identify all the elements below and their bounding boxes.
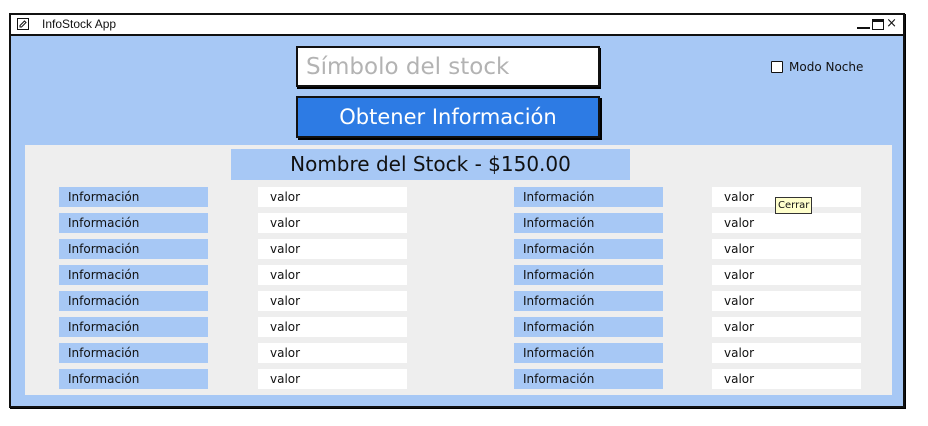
info-value: valor [712,291,861,311]
close-icon[interactable]: × [886,16,897,32]
stock-info-panel: Nombre del Stock - $150.00 Información v… [25,145,892,395]
edit-icon [17,18,29,30]
night-mode-toggle[interactable]: Modo Noche [771,60,863,74]
stock-symbol-input[interactable] [296,46,600,87]
info-value: valor [712,239,861,259]
get-info-button[interactable]: Obtener Información [296,96,600,138]
info-label: Información [59,239,208,259]
info-value: valor [258,369,407,389]
info-label: Información [514,369,663,389]
info-label: Información [514,213,663,233]
window-title: InfoStock App [42,17,117,31]
stock-name-price: Nombre del Stock - $150.00 [231,149,630,180]
info-value: valor [258,291,407,311]
info-label: Información [59,213,208,233]
info-label: Información [59,369,208,389]
title-bar[interactable]: InfoStock App × [11,15,903,36]
info-label: Información [59,187,208,207]
info-label: Información [514,265,663,285]
maximize-icon[interactable] [872,18,885,30]
info-label: Información [514,187,663,207]
info-value: valor [258,187,407,207]
info-label: Información [59,265,208,285]
info-value: valor [712,213,861,233]
info-value: valor [712,317,861,337]
info-value: valor [258,317,407,337]
info-label: Información [59,343,208,363]
info-label: Información [514,291,663,311]
window-controls: × [857,16,897,32]
info-value: valor [258,239,407,259]
info-label: Información [59,291,208,311]
info-value: valor [712,343,861,363]
info-label: Información [514,343,663,363]
night-mode-checkbox[interactable] [771,61,783,73]
night-mode-label: Modo Noche [789,60,864,74]
info-value: valor [258,343,407,363]
minimize-icon[interactable] [857,16,871,32]
info-label: Información [514,239,663,259]
close-tooltip: Cerrar [775,197,813,214]
app-window: InfoStock App × Obtener Información Modo… [9,13,905,408]
info-value: valor [712,369,861,389]
info-label: Información [59,317,208,337]
info-value: valor [258,265,407,285]
info-value: valor [712,265,861,285]
info-value: valor [258,213,407,233]
info-label: Información [514,317,663,337]
